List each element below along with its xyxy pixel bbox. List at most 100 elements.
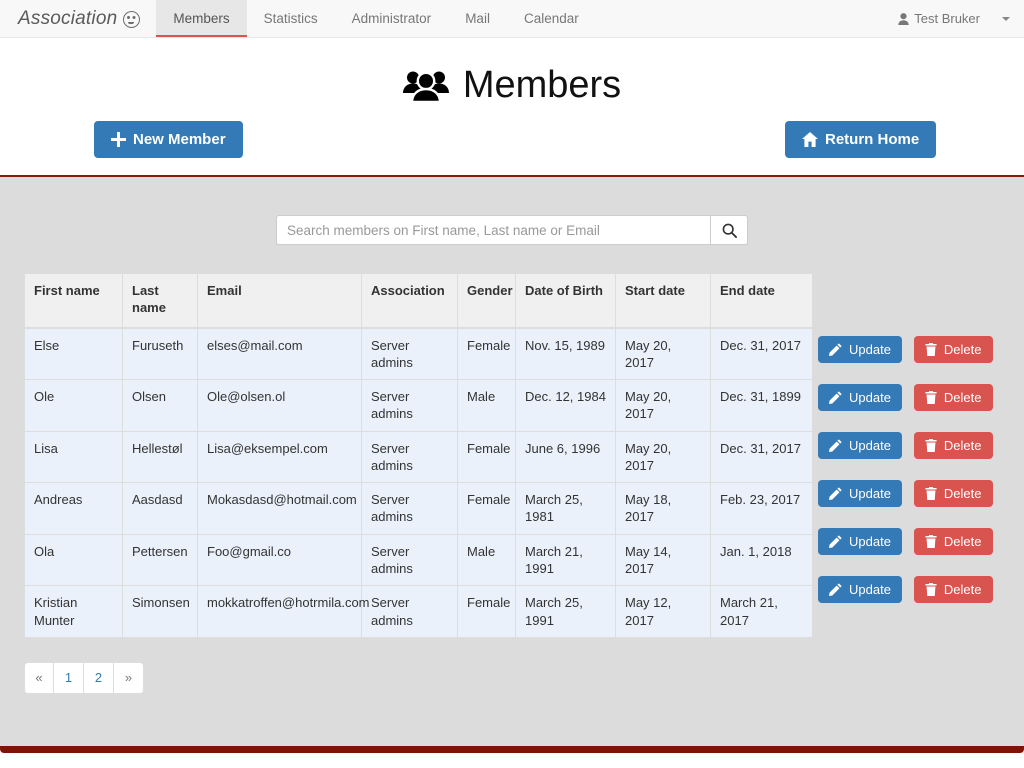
delete-button[interactable]: Delete — [913, 528, 993, 555]
cell-date-of-birth: Nov. 15, 1989 — [515, 326, 616, 381]
pencil-icon — [829, 583, 842, 596]
search-area — [0, 177, 1024, 245]
delete-button[interactable]: Delete — [913, 336, 993, 363]
pagination-prev[interactable]: « — [24, 661, 54, 694]
cell-last-name: Hellestøl — [122, 430, 198, 484]
user-name: Test Bruker — [914, 11, 980, 26]
cell-date-of-birth: March 25, 1981 — [515, 482, 616, 535]
delete-button[interactable]: Delete — [913, 432, 993, 459]
action-row: New Member Return Home — [0, 113, 1024, 175]
cell-last-name: Olsen — [122, 379, 198, 432]
cell-end-date: Dec. 31, 1899 — [710, 379, 813, 432]
navbar-right: Test Bruker — [898, 0, 1024, 37]
pencil-icon — [829, 535, 842, 548]
update-button[interactable]: Update — [818, 576, 902, 603]
update-label: Update — [849, 438, 891, 453]
row-actions: Update Delete — [818, 528, 993, 555]
update-label: Update — [849, 534, 891, 549]
cell-gender: Female — [457, 482, 516, 535]
update-button[interactable]: Update — [818, 528, 902, 555]
column-header-date-of-birth: Date of Birth — [515, 273, 616, 329]
row-actions: Update Delete — [818, 336, 993, 363]
pencil-icon — [829, 439, 842, 452]
cell-association: Server admins — [361, 482, 458, 535]
table-body: Else Furuseth elses@mail.com Server admi… — [24, 326, 813, 638]
top-navbar: Association Members Statistics Administr… — [0, 0, 1024, 38]
nav-link-calendar[interactable]: Calendar — [507, 0, 596, 37]
pagination-next[interactable]: » — [114, 661, 144, 694]
table-row: Ola Pettersen Foo@gmail.co Server admins… — [24, 533, 813, 587]
pagination: « 1 2 » — [24, 661, 1024, 694]
column-header-association: Association — [361, 273, 458, 329]
table-row: Kristian Munter Simonsen mokkatroffen@ho… — [24, 585, 813, 638]
search-button[interactable] — [710, 215, 748, 245]
cell-end-date: Jan. 1, 2018 — [710, 533, 813, 587]
cell-end-date: Dec. 31, 2017 — [710, 326, 813, 381]
cell-association: Server admins — [361, 585, 458, 638]
cell-gender: Female — [457, 430, 516, 484]
new-member-button[interactable]: New Member — [94, 121, 243, 158]
cell-gender: Female — [457, 585, 516, 638]
update-button[interactable]: Update — [818, 384, 902, 411]
page-title: Members — [0, 64, 1024, 107]
table-header-row: First name Last name Email Association G… — [24, 273, 813, 329]
cell-first-name: Ole — [24, 379, 123, 432]
trash-icon — [925, 535, 937, 548]
nav-link-statistics[interactable]: Statistics — [247, 0, 335, 37]
cell-start-date: May 20, 2017 — [615, 430, 711, 484]
brand-logo[interactable]: Association — [0, 0, 156, 37]
caret-down-icon[interactable] — [1002, 16, 1010, 21]
cell-end-date: Feb. 23, 2017 — [710, 482, 813, 535]
row-actions: Update Delete — [818, 576, 993, 603]
search-input[interactable] — [276, 215, 710, 245]
cell-start-date: May 20, 2017 — [615, 326, 711, 381]
update-button[interactable]: Update — [818, 336, 902, 363]
delete-button[interactable]: Delete — [913, 576, 993, 603]
user-menu[interactable]: Test Bruker — [898, 11, 980, 26]
cell-association: Server admins — [361, 533, 458, 587]
members-table: First name Last name Email Association G… — [24, 273, 813, 638]
nav-link-mail[interactable]: Mail — [448, 0, 507, 37]
home-icon — [802, 132, 818, 147]
update-button[interactable]: Update — [818, 480, 902, 507]
update-label: Update — [849, 342, 891, 357]
brand-label: Association — [18, 7, 118, 29]
cell-date-of-birth: March 25, 1991 — [515, 585, 616, 638]
nav-link-administrator[interactable]: Administrator — [335, 0, 449, 37]
nav-links: Members Statistics Administrator Mail Ca… — [156, 0, 595, 37]
search-icon — [722, 223, 737, 238]
return-home-button[interactable]: Return Home — [785, 121, 937, 158]
pencil-icon — [829, 343, 842, 356]
row-actions: Update Delete — [818, 384, 993, 411]
update-label: Update — [849, 486, 891, 501]
nav-link-label: Members — [173, 11, 230, 26]
delete-button[interactable]: Delete — [913, 480, 993, 507]
user-icon — [898, 12, 909, 25]
column-header-email: Email — [197, 273, 362, 329]
trash-icon — [925, 439, 937, 452]
delete-label: Delete — [943, 534, 982, 549]
cell-last-name: Pettersen — [122, 533, 198, 587]
update-label: Update — [849, 582, 891, 597]
members-table-area: First name Last name Email Association G… — [24, 273, 1000, 638]
cell-email: Foo@gmail.co — [197, 533, 362, 587]
delete-button[interactable]: Delete — [913, 384, 993, 411]
pagination-page-2[interactable]: 2 — [84, 661, 114, 694]
nav-link-label: Statistics — [263, 11, 318, 26]
pagination-page-1[interactable]: 1 — [54, 661, 84, 694]
update-button[interactable]: Update — [818, 432, 902, 459]
delete-label: Delete — [943, 486, 982, 501]
cell-email: elses@mail.com — [197, 326, 362, 381]
cell-first-name: Else — [24, 326, 123, 381]
nav-link-label: Administrator — [351, 11, 432, 26]
trash-icon — [925, 583, 937, 596]
cell-email: Ole@olsen.ol — [197, 379, 362, 432]
cell-association: Server admins — [361, 430, 458, 484]
trash-icon — [925, 487, 937, 500]
cell-first-name: Andreas — [24, 482, 123, 535]
cell-date-of-birth: June 6, 1996 — [515, 430, 616, 484]
cell-gender: Male — [457, 533, 516, 587]
cell-start-date: May 14, 2017 — [615, 533, 711, 587]
nav-link-members[interactable]: Members — [156, 0, 247, 37]
cell-start-date: May 18, 2017 — [615, 482, 711, 535]
